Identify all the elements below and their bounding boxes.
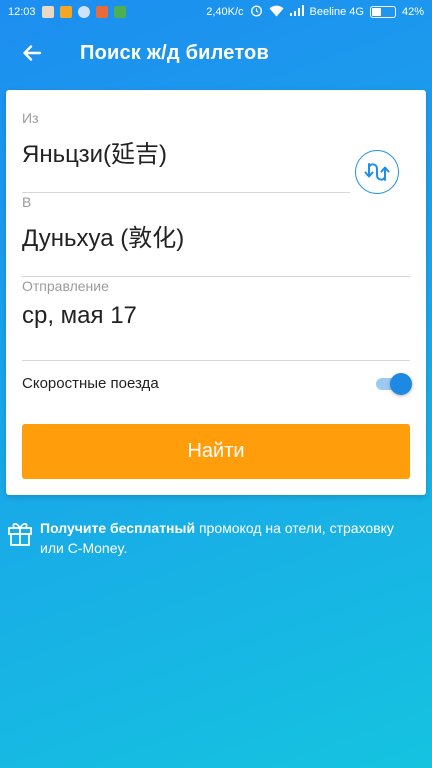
speed-trains-row: Скоростные поезда (22, 370, 412, 396)
from-label: Из (22, 110, 39, 126)
page-title: Поиск ж/д билетов (80, 41, 269, 64)
departure-label: Отправление (22, 278, 109, 294)
signal-icon (289, 5, 304, 19)
carrier-name: Beeline 4G (309, 6, 364, 18)
back-button[interactable] (20, 41, 44, 65)
search-card: Из Яньцзи(延吉) В Дуньхуа (敦化) Отправление… (6, 90, 426, 495)
from-field[interactable]: Из Яньцзи(延吉) (22, 110, 350, 193)
battery-percent: 42% (401, 6, 424, 18)
from-divider (22, 192, 350, 193)
alarm-icon (250, 4, 263, 20)
departure-value[interactable]: ср, мая 17 (22, 302, 410, 330)
toggle-thumb (390, 373, 412, 395)
find-button[interactable]: Найти (22, 424, 410, 479)
promo-banner[interactable]: Получите бесплатный промокод на отели, с… (6, 518, 406, 558)
to-divider (22, 276, 410, 277)
notification-app-icon (41, 6, 54, 18)
swap-stations-button[interactable] (355, 150, 399, 194)
notification-app-icon (95, 6, 108, 18)
status-left: 12:03 (8, 6, 126, 18)
departure-field[interactable]: Отправление ср, мая 17 (22, 278, 410, 361)
status-time: 12:03 (8, 6, 36, 18)
notification-app-icon (77, 6, 90, 18)
from-value[interactable]: Яньцзи(延吉) (22, 134, 350, 169)
to-value[interactable]: Дуньхуа (敦化) (22, 218, 410, 253)
notification-app-icon (113, 6, 126, 18)
battery-icon (369, 6, 396, 18)
gift-icon (8, 523, 32, 546)
status-bar: 12:03 2,40K/c Beeline 4G 42% (0, 0, 432, 24)
wifi-icon (269, 5, 284, 20)
arrow-left-icon (23, 45, 42, 61)
to-label: В (22, 194, 32, 210)
notification-app-icon (59, 6, 72, 18)
speed-trains-toggle[interactable] (374, 373, 412, 395)
status-right: 2,40K/c Beeline 4G 42% (206, 4, 424, 20)
app-bar: Поиск ж/д билетов (0, 24, 432, 82)
network-speed: 2,40K/c (206, 6, 244, 18)
speed-trains-label: Скоростные поезда (22, 374, 159, 392)
departure-divider (22, 360, 410, 361)
swap-icon (364, 163, 390, 181)
promo-text: Получите бесплатный промокод на отели, с… (40, 518, 406, 558)
to-field[interactable]: В Дуньхуа (敦化) (22, 194, 410, 277)
promo-bold-text: Получите бесплатный (40, 520, 196, 536)
